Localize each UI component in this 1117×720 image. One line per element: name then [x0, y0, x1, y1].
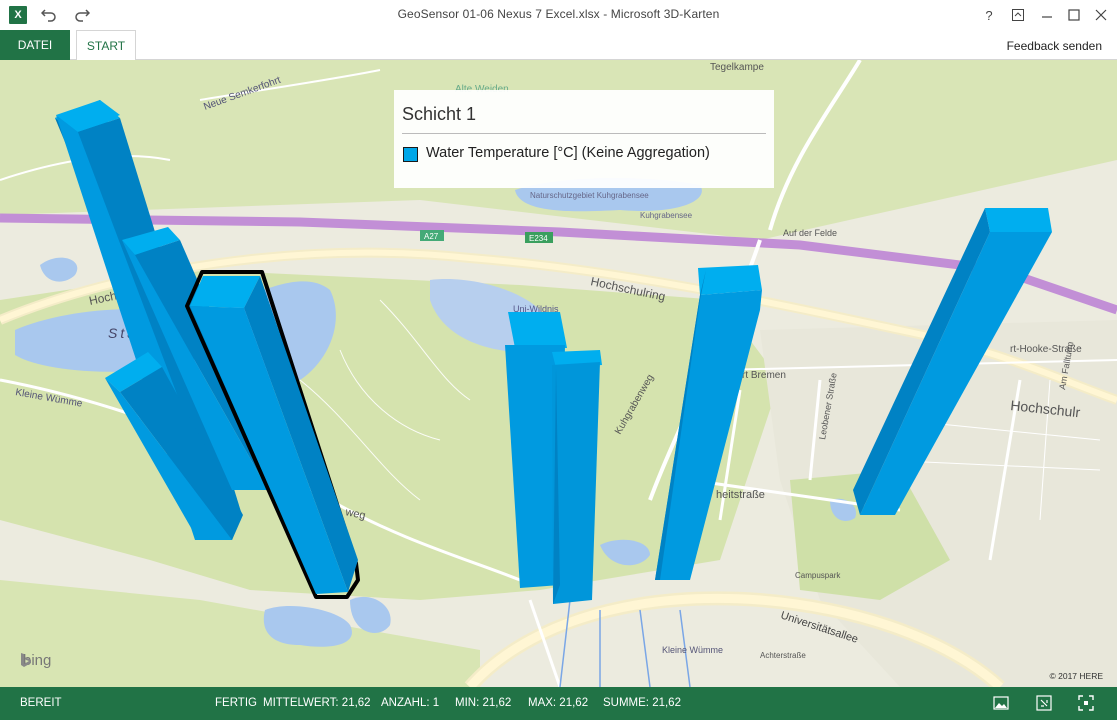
status-done: FERTIG	[215, 697, 257, 709]
column-5[interactable]	[505, 312, 602, 604]
label-bremen: rt Bremen	[742, 370, 786, 381]
map-canvas[interactable]: Tegelkampe Alte Weiden Neue Semkerfohrt …	[0, 60, 1117, 687]
legend-divider	[402, 133, 766, 134]
screenshot-icon[interactable]	[991, 693, 1011, 713]
fit-map-icon[interactable]	[1034, 693, 1054, 713]
window-title: GeoSensor 01-06 Nexus 7 Excel.xlsx - Mic…	[397, 7, 720, 21]
tab-datei[interactable]: DATEI	[0, 30, 70, 60]
status-count: ANZAHL: 1	[381, 697, 440, 709]
copyright: © 2017 HERE	[1049, 671, 1103, 681]
fullscreen-icon[interactable]	[1076, 693, 1096, 713]
bing-logo: bing	[20, 652, 51, 669]
label-heitstrasse: heitstraße	[716, 489, 765, 501]
label-auf-der-felde: Auf der Felde	[783, 228, 837, 238]
feedback-link[interactable]: Feedback senden	[1007, 39, 1102, 53]
minimize-icon[interactable]	[1036, 4, 1058, 26]
help-icon[interactable]: ?	[978, 4, 1000, 26]
layer-legend[interactable]: Schicht 1 Water Temperature [°C] (Keine …	[394, 90, 774, 188]
tab-start[interactable]: START	[76, 30, 136, 60]
title-bar: X GeoSensor 01-06 Nexus 7 Excel.xlsx - M…	[0, 0, 1117, 30]
label-naturschutzgebiet: Naturschutzgebiet Kuhgrabensee	[530, 191, 649, 200]
status-min: MIN: 21,62	[455, 697, 512, 709]
label-campuspark: Campuspark	[795, 571, 841, 580]
label-tegelkampe: Tegelkampe	[710, 62, 764, 73]
label-a27: A27	[424, 232, 439, 241]
label-kleine-wuemme-bottom: Kleine Wümme	[662, 645, 723, 655]
status-ready: BEREIT	[20, 697, 62, 709]
status-average: MITTELWERT: 21,62	[263, 697, 371, 709]
legend-swatch	[403, 147, 418, 162]
restore-ribbon-icon[interactable]	[1007, 4, 1029, 26]
label-e234: E234	[529, 234, 548, 243]
label-kuhgrabensee: Kuhgrabensee	[640, 211, 693, 220]
legend-title: Schicht 1	[402, 104, 477, 124]
status-max: MAX: 21,62	[528, 697, 589, 709]
legend-series-label: Water Temperature [°C] (Keine Aggregatio…	[426, 145, 710, 161]
status-bar: BEREIT FERTIG MITTELWERT: 21,62 ANZAHL: …	[0, 687, 1117, 720]
label-achterstrasse: Achterstraße	[760, 651, 806, 660]
maximize-icon[interactable]	[1063, 4, 1085, 26]
close-icon[interactable]	[1090, 4, 1112, 26]
app-window: X GeoSensor 01-06 Nexus 7 Excel.xlsx - M…	[0, 0, 1117, 720]
status-sum: SUMME: 21,62	[603, 697, 681, 709]
ribbon: DATEI START Feedback senden	[0, 30, 1117, 60]
